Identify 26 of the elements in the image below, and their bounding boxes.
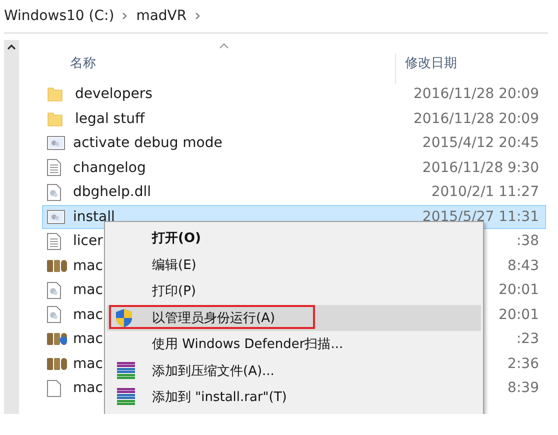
file-name: mac xyxy=(73,331,103,348)
file-date: 8:39 xyxy=(508,380,539,396)
file-date: 2016/11/28 20:09 xyxy=(414,86,539,102)
file-date: 2016/11/28 9:30 xyxy=(422,160,539,176)
file-date: 2016/11/28 20:09 xyxy=(414,110,539,127)
file-date: 8:43 xyxy=(508,258,539,274)
file-name: mac xyxy=(73,282,103,298)
file-date: 20:01 xyxy=(498,306,539,323)
file-name: mac xyxy=(73,356,103,372)
file-name: mac xyxy=(73,306,103,323)
file-name: dbghelp.dll xyxy=(73,184,152,200)
file-name: mac xyxy=(73,258,103,274)
file-date: 2:36 xyxy=(508,356,539,372)
file-date: 2015/5/27 11:31 xyxy=(422,208,539,225)
file-name: developers xyxy=(75,86,152,102)
file-date: 2010/2/1 11:27 xyxy=(431,184,539,200)
file-date: :38 xyxy=(516,233,539,250)
file-date: 20:01 xyxy=(498,282,539,298)
file-name: install xyxy=(73,208,115,225)
file-date: :23 xyxy=(516,331,539,348)
file-name: legal stuff xyxy=(75,110,145,127)
file-date: 2015/4/12 20:45 xyxy=(422,135,539,152)
file-name: licer xyxy=(73,233,103,250)
file-name: changelog xyxy=(73,160,146,176)
file-name: activate debug mode xyxy=(73,135,222,152)
file-name: mac xyxy=(73,380,103,396)
